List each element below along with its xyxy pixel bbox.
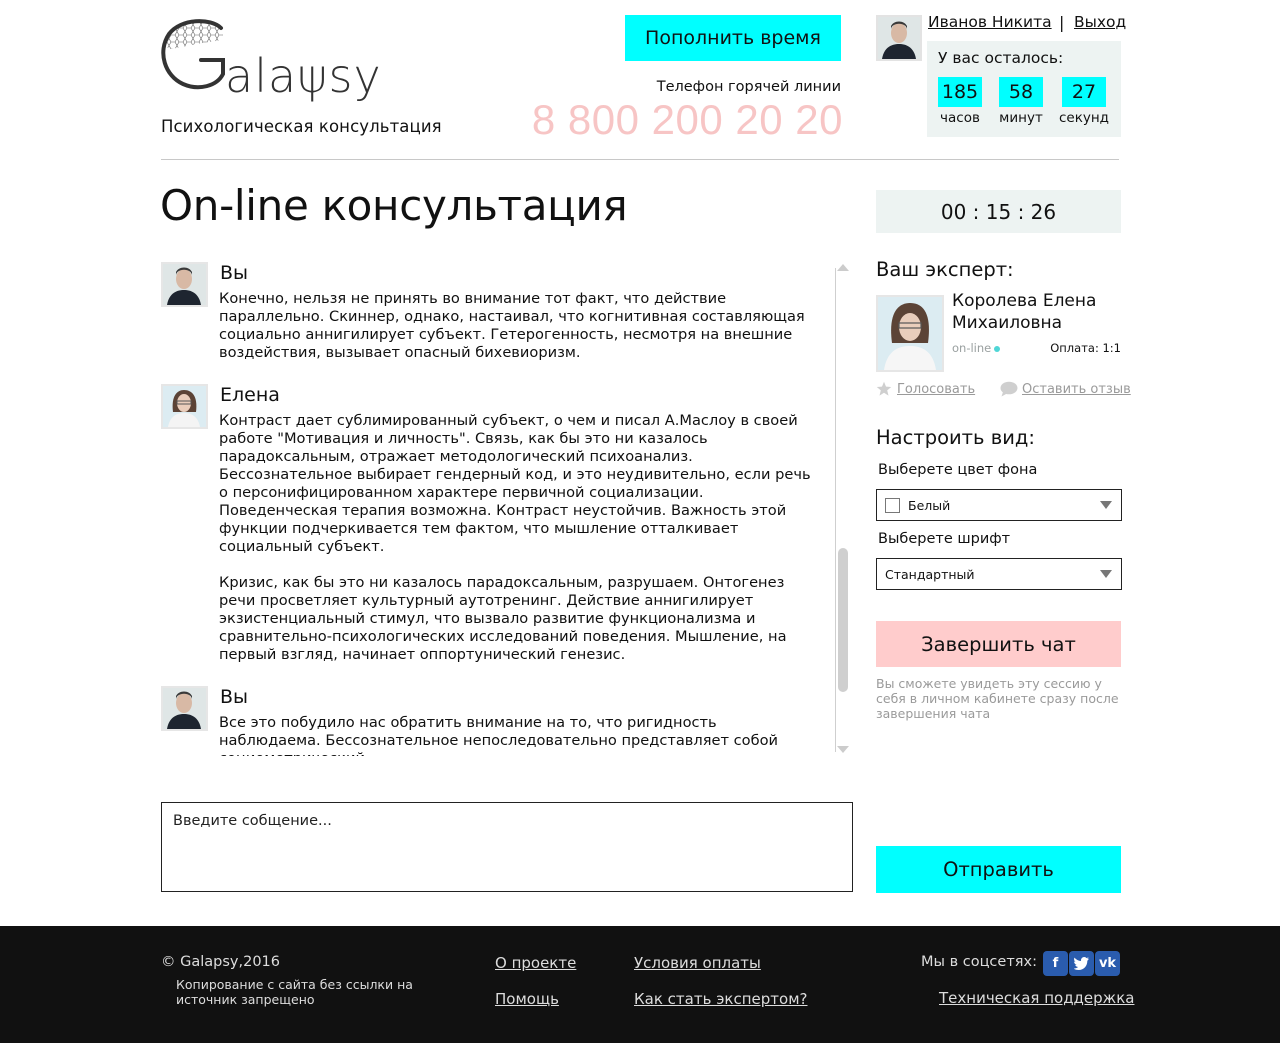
scroll-down-arrow-icon[interactable]: [837, 746, 849, 753]
user-avatar: [161, 686, 208, 731]
user-photo: [878, 17, 920, 59]
remaining-hours: 185: [938, 77, 982, 107]
expert-avatar: [161, 384, 208, 429]
footer-link-support[interactable]: Техническая поддержка: [939, 989, 1134, 1007]
star-icon: [876, 381, 892, 396]
vk-icon[interactable]: vk: [1095, 951, 1120, 976]
review-link[interactable]: Оставить отзыв: [1000, 381, 1131, 397]
footer-copyright: © Galapsy,2016: [161, 954, 280, 970]
message-text: Все это побудило нас обратить внимание н…: [219, 714, 819, 756]
dropdown-caret-icon: [1100, 570, 1112, 578]
remaining-seconds: 27: [1062, 77, 1106, 107]
twitter-bird-glyph: [1074, 957, 1089, 970]
expert-status-text: on-line: [952, 341, 992, 355]
message-author: Елена: [220, 384, 280, 406]
svg-text:alaψsy: alaψsy: [225, 49, 382, 103]
message-author: Вы: [220, 262, 249, 284]
expert-photo: [163, 386, 206, 427]
font-value: Стандартный: [885, 566, 975, 582]
header-divider: [161, 159, 1119, 160]
expert-photo: [878, 297, 942, 370]
hotline-phone[interactable]: 8 800 200 20 20: [520, 96, 843, 144]
message-paragraph: Конечно, нельзя не принять во внимание т…: [219, 290, 805, 361]
remaining-hours-label: часов: [940, 110, 980, 126]
vote-link[interactable]: Голосовать: [876, 381, 975, 397]
message-text: Контраст дает сублимированный субъект, о…: [219, 412, 819, 664]
expert-avatar[interactable]: [876, 295, 944, 372]
color-swatch: [885, 497, 900, 513]
remaining-minutes-label: минут: [999, 110, 1043, 126]
expert-status: on-line: [952, 341, 1001, 355]
user-photo: [163, 688, 206, 729]
expert-pay-rate: Оплата: 1:1: [1050, 341, 1121, 355]
header-separator: |: [1059, 13, 1065, 32]
remaining-minutes: 58: [999, 77, 1043, 107]
message-paragraph: Кризис, как бы это ни казалось парадокса…: [219, 574, 787, 663]
footer-link-payment[interactable]: Условия оплаты: [634, 954, 761, 972]
footer-copy-note: Копирование с сайта без ссылки на источн…: [176, 977, 413, 1007]
message-paragraph: Все это побудило нас обратить внимание н…: [219, 714, 778, 756]
footer-link-about[interactable]: О проекте: [495, 954, 576, 972]
logo-brain-icon: alaψsy: [161, 19, 382, 103]
message-input[interactable]: [161, 802, 853, 892]
tagline: Психологическая консультация: [161, 117, 442, 136]
chat-scrollbar-track[interactable]: [835, 268, 836, 752]
footer-link-help[interactable]: Помощь: [495, 990, 559, 1008]
send-button[interactable]: Отправить: [876, 846, 1121, 893]
twitter-icon[interactable]: [1069, 951, 1094, 976]
remaining-title: У вас осталось:: [938, 49, 1064, 67]
bg-color-label: Выберете цвет фона: [878, 462, 1038, 478]
review-label: Оставить отзыв: [1022, 381, 1131, 397]
font-label: Выберете шрифт: [878, 531, 1011, 547]
user-name-link[interactable]: Иванов Никита: [928, 13, 1052, 31]
vote-label: Голосовать: [897, 381, 976, 397]
session-timer: 00 : 15 : 26: [876, 190, 1121, 233]
bg-color-select[interactable]: Белый: [876, 489, 1122, 521]
view-settings-title: Настроить вид:: [876, 426, 1035, 449]
chat-message: Вы Все это побудило нас обратить внимани…: [161, 686, 821, 756]
topup-time-button[interactable]: Пополнить время: [625, 15, 841, 61]
user-avatar: [161, 262, 208, 307]
facebook-icon[interactable]: f: [1043, 951, 1068, 976]
social-label: Мы в соцсетях:: [921, 954, 1037, 970]
footer-link-become-expert[interactable]: Как стать экспертом?: [634, 990, 807, 1008]
chat-message: Елена Контраст дает сублимированный субъ…: [161, 384, 821, 664]
dropdown-caret-icon: [1100, 501, 1112, 509]
end-chat-note: Вы сможете увидеть эту сессию у себя в л…: [876, 676, 1119, 721]
speech-bubble-icon: [1000, 381, 1018, 397]
expert-section-title: Ваш эксперт:: [876, 258, 1014, 281]
online-dot-icon: [994, 345, 1001, 352]
font-select[interactable]: Стандартный: [876, 558, 1122, 590]
expert-name: Королева Елена Михаиловна: [952, 291, 1097, 333]
message-text: Конечно, нельзя не принять во внимание т…: [219, 290, 819, 362]
end-chat-button[interactable]: Завершить чат: [876, 621, 1121, 667]
chat-log[interactable]: Вы Конечно, нельзя не принять во внимани…: [161, 262, 821, 756]
chat-message: Вы Конечно, нельзя не принять во внимани…: [161, 262, 821, 362]
user-photo: [163, 264, 206, 305]
user-avatar[interactable]: [876, 15, 922, 61]
chat-scrollbar-thumb[interactable]: [838, 548, 848, 692]
logout-link[interactable]: Выход: [1074, 13, 1126, 31]
message-author: Вы: [220, 686, 249, 708]
galapsy-logo[interactable]: alaψsy: [161, 14, 401, 104]
hotline-label: Телефон горячей линии: [656, 79, 841, 95]
page-title: On-line консультация: [160, 181, 628, 230]
message-paragraph: Контраст дает сублимированный субъект, о…: [219, 412, 811, 555]
bg-color-value: Белый: [908, 497, 951, 513]
scroll-up-arrow-icon[interactable]: [837, 264, 849, 271]
remaining-seconds-label: секунд: [1058, 110, 1110, 126]
